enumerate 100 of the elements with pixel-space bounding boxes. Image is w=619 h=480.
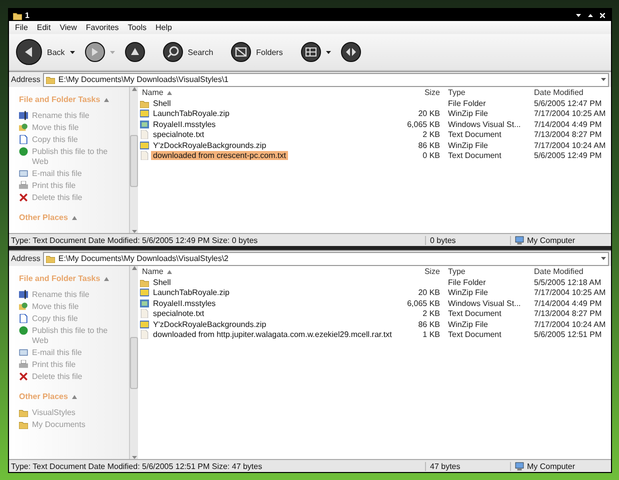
sort-arrow-icon — [167, 90, 172, 94]
menu-item[interactable]: Favorites — [82, 23, 123, 32]
file-type: WinZip File — [447, 288, 490, 298]
file-type: WinZip File — [447, 140, 490, 150]
file-date: 7/17/2004 10:25 AM — [533, 288, 606, 298]
zip-file-icon — [140, 140, 149, 150]
text-file-icon — [140, 130, 149, 140]
theme-file-icon — [140, 298, 149, 308]
text-file-icon — [140, 330, 149, 340]
menu-item[interactable]: Tools — [124, 23, 150, 32]
caret-icon — [326, 50, 331, 54]
address-field[interactable]: E:\My Documents\My Downloads\VisualStyles\1 — [43, 72, 609, 86]
file-name[interactable]: Shell — [138, 278, 390, 287]
column-header[interactable]: Size — [390, 88, 444, 97]
status-text: Type: Text Document Date Modified: 5/6/2005 12:51 PM Size: 47 bytes — [10, 462, 264, 470]
close-icon — [600, 12, 605, 18]
file-name[interactable]: RoyaleII.msstyles — [138, 298, 390, 308]
file-name[interactable]: Y'zDockRoyaleBackgrounds.zip — [138, 140, 390, 150]
file-date: 5/6/2005 12:51 PM — [533, 330, 603, 340]
file-size: 2 KB — [422, 130, 441, 140]
file-name[interactable]: downloaded from http.jupiter.walagata.com.w.ezekiel29.mcell.rar.txt — [138, 330, 390, 340]
section-title: File and Folder Tasks — [19, 95, 100, 104]
move-icon — [19, 123, 28, 132]
file-name[interactable]: Y'zDockRoyaleBackgrounds.zip — [138, 320, 390, 329]
folder-icon — [46, 254, 56, 264]
column-header[interactable]: Name — [138, 88, 390, 97]
address-label: Address — [11, 254, 40, 264]
file-name[interactable]: LaunchTabRoyale.zip — [138, 288, 390, 298]
printer-icon — [19, 360, 28, 370]
status-size: 47 bytes — [425, 462, 510, 470]
collapse-icon — [72, 394, 77, 399]
column-header[interactable]: Type — [444, 88, 530, 97]
column-header[interactable]: Type — [444, 267, 530, 276]
address-field[interactable]: E:\My Documents\My Downloads\VisualStyles\2 — [43, 252, 609, 266]
window-title: 1 — [25, 10, 30, 20]
section-title: Other Places — [19, 392, 68, 402]
column-header[interactable]: Size — [390, 267, 444, 276]
status-size: 0 bytes — [425, 236, 510, 245]
scroll-thumb[interactable] — [130, 134, 138, 187]
file-name[interactable]: Shell — [138, 98, 390, 108]
menu-item[interactable]: Help — [151, 23, 176, 32]
email-icon — [19, 348, 28, 358]
scroll-thumb[interactable] — [130, 337, 138, 390]
file-date: 7/17/2004 10:25 AM — [533, 109, 606, 118]
theme-file-icon — [140, 120, 149, 129]
delete-icon — [19, 372, 28, 382]
file-size: 6,065 KB — [406, 120, 441, 129]
collapse-icon — [104, 276, 110, 281]
folder-icon — [140, 278, 149, 287]
scrollbar[interactable] — [129, 266, 138, 459]
file-size: 20 KB — [417, 109, 441, 118]
zip-file-icon — [140, 320, 149, 329]
address-label: Address — [11, 75, 40, 84]
file-type: Windows Visual St... — [447, 120, 522, 129]
file-date: 7/17/2004 10:24 AM — [533, 140, 606, 150]
caret-icon — [601, 78, 606, 81]
column-header[interactable]: Name — [138, 267, 390, 276]
file-name[interactable]: specialnote.txt — [138, 309, 390, 318]
file-size: 86 KB — [417, 320, 441, 329]
file-type: File Folder — [447, 278, 487, 287]
file-date: 7/14/2004 4:49 PM — [533, 298, 603, 308]
move-icon — [19, 302, 28, 312]
file-size: 86 KB — [417, 140, 441, 150]
menu-item[interactable]: File — [11, 23, 32, 32]
file-name[interactable]: LaunchTabRoyale.zip — [138, 109, 390, 118]
column-header[interactable]: Date Modified — [530, 267, 606, 276]
collapse-icon — [104, 98, 110, 102]
computer-icon — [515, 462, 524, 470]
close-button[interactable] — [598, 12, 607, 18]
file-name[interactable]: specialnote.txt — [138, 130, 390, 140]
caret-icon — [110, 50, 115, 54]
delete-icon — [19, 193, 28, 202]
section-title: File and Folder Tasks — [19, 274, 100, 284]
file-type: Text Document — [447, 330, 502, 340]
text-file-icon — [140, 309, 149, 318]
maximize-button[interactable] — [586, 14, 595, 16]
file-date: 5/6/2005 12:49 PM — [533, 151, 603, 160]
column-header[interactable]: Date Modified — [530, 88, 606, 97]
file-size: 2 KB — [422, 309, 441, 318]
file-date: 7/17/2004 10:24 AM — [533, 320, 606, 329]
status-zone: My Computer — [527, 462, 576, 470]
copy-icon — [19, 135, 28, 144]
minimize-button[interactable] — [574, 14, 583, 16]
file-type: Text Document — [447, 309, 502, 318]
file-name[interactable]: RoyaleII.msstyles — [138, 120, 390, 129]
file-size: 6,065 KB — [406, 298, 441, 308]
file-type: File Folder — [447, 98, 487, 108]
toolbar-button[interactable]: Back — [13, 39, 78, 65]
menu-item[interactable]: Edit — [32, 23, 55, 32]
caret-icon — [601, 257, 606, 260]
file-type: WinZip File — [447, 320, 490, 329]
menu-item[interactable]: View — [56, 23, 81, 32]
rename-icon — [19, 290, 28, 300]
file-size: 20 KB — [417, 288, 441, 298]
zip-file-icon — [140, 288, 149, 298]
toolbar-button[interactable]: Folders — [228, 42, 286, 62]
file-date: 7/14/2004 4:49 PM — [533, 120, 603, 129]
status-text: Type: Text Document Date Modified: 5/6/2005 12:49 PM Size: 0 bytes — [10, 236, 259, 245]
scrollbar[interactable] — [129, 87, 138, 234]
toolbar-button[interactable]: Search — [160, 42, 216, 62]
